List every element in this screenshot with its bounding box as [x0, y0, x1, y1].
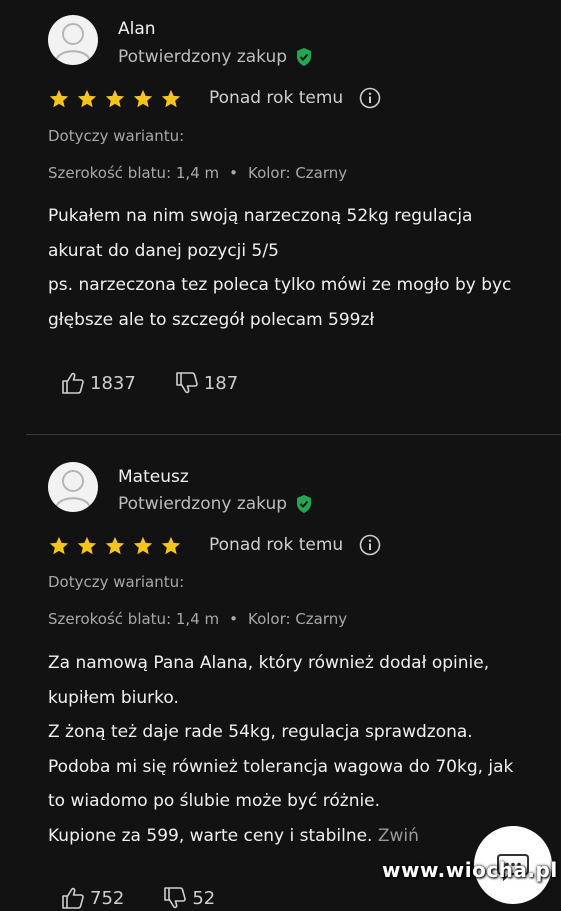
like-button[interactable]: 1837 [60, 370, 136, 396]
vote-bar: 752 52 [60, 885, 253, 911]
review-line-last: Kupione za 599, warte ceny i stabilne. Z… [48, 819, 528, 854]
review-line: Podoba mi się również tolerancja wagowa … [48, 756, 514, 777]
variant-width: Szerokość blatu: 1,4 m [48, 164, 220, 182]
variant-details: Szerokość blatu: 1,4 m • Kolor: Czarny [48, 610, 348, 628]
star-icon [133, 536, 153, 555]
review-date-label: Ponad rok temu [209, 88, 344, 108]
variant-details: Szerokość blatu: 1,4 m • Kolor: Czarny [48, 164, 348, 182]
verified-purchase: Potwierdzony zakup [118, 47, 313, 67]
star-icon [77, 536, 97, 555]
verified-shield-icon [297, 495, 312, 513]
verified-purchase: Potwierdzony zakup [118, 494, 313, 514]
review-line: Kupione za 599, warte ceny i stabilne. [48, 825, 373, 846]
star-icon [105, 536, 125, 555]
star-icon [49, 536, 69, 555]
review-date-label: Ponad rok temu [209, 535, 344, 555]
watermark: www.wiocha.pl [382, 858, 558, 882]
variant-color: Kolor: Czarny [247, 610, 348, 628]
reviewer-name: Alan [118, 19, 156, 39]
verified-label: Potwierdzony zakup [118, 494, 288, 514]
star-rating [48, 88, 182, 110]
collapse-link[interactable]: Zwiń [378, 826, 419, 846]
star-icon [105, 89, 125, 108]
avatar [48, 15, 98, 65]
thumbs-down-icon [176, 372, 198, 394]
thumbs-up-icon [62, 372, 84, 394]
like-count: 752 [90, 887, 125, 909]
review-text: Za namową Pana Alana, który również doda… [48, 646, 528, 853]
divider [26, 434, 561, 435]
star-icon [77, 89, 97, 108]
star-icon [161, 536, 181, 555]
review-line: ps. narzeczona tez poleca tylko mówi ze … [48, 275, 512, 295]
review-line: kupiłem biurko. [48, 687, 179, 708]
verified-shield-icon [297, 48, 312, 66]
review-date: Ponad rok temu [209, 534, 381, 556]
like-button[interactable]: 752 [60, 885, 124, 911]
star-icon [161, 89, 181, 108]
vote-bar: 1837 187 [60, 370, 276, 396]
variant-width: Szerokość blatu: 1,4 m [48, 610, 220, 628]
dislike-button[interactable]: 187 [174, 370, 238, 396]
star-icon [49, 89, 69, 108]
review-date: Ponad rok temu [209, 87, 381, 109]
reviewer-name: Mateusz [118, 467, 189, 487]
review-line: Za namową Pana Alana, który również doda… [48, 653, 490, 673]
avatar [48, 462, 98, 512]
star-rating [48, 535, 182, 557]
variant-heading: Dotyczy wariantu: [48, 127, 185, 145]
info-icon[interactable] [359, 87, 381, 109]
dislike-count: 52 [192, 887, 216, 909]
thumbs-up-icon [62, 887, 84, 909]
dislike-button[interactable]: 52 [162, 885, 215, 911]
review-line: Z żoną też daje rade 54kg, regulacja spr… [48, 722, 473, 742]
like-count: 1837 [90, 372, 136, 394]
star-icon [133, 89, 153, 108]
review-line: akurat do danej pozycji 5/5 [48, 240, 279, 261]
review-text: Pukałem na nim swoją narzeczoną 52kg reg… [48, 199, 528, 337]
review-line: Pukałem na nim swoją narzeczoną 52kg reg… [48, 206, 473, 226]
variant-heading: Dotyczy wariantu: [48, 573, 185, 591]
variant-color: Kolor: Czarny [247, 164, 348, 182]
verified-label: Potwierdzony zakup [118, 47, 288, 67]
review-line: głębsze ale to szczegół polecam 599zł [48, 309, 375, 330]
dislike-count: 187 [203, 372, 239, 394]
review-line: to wiadomo po ślubie może być różnie. [48, 791, 381, 811]
info-icon[interactable] [359, 534, 381, 556]
thumbs-down-icon [164, 887, 187, 909]
